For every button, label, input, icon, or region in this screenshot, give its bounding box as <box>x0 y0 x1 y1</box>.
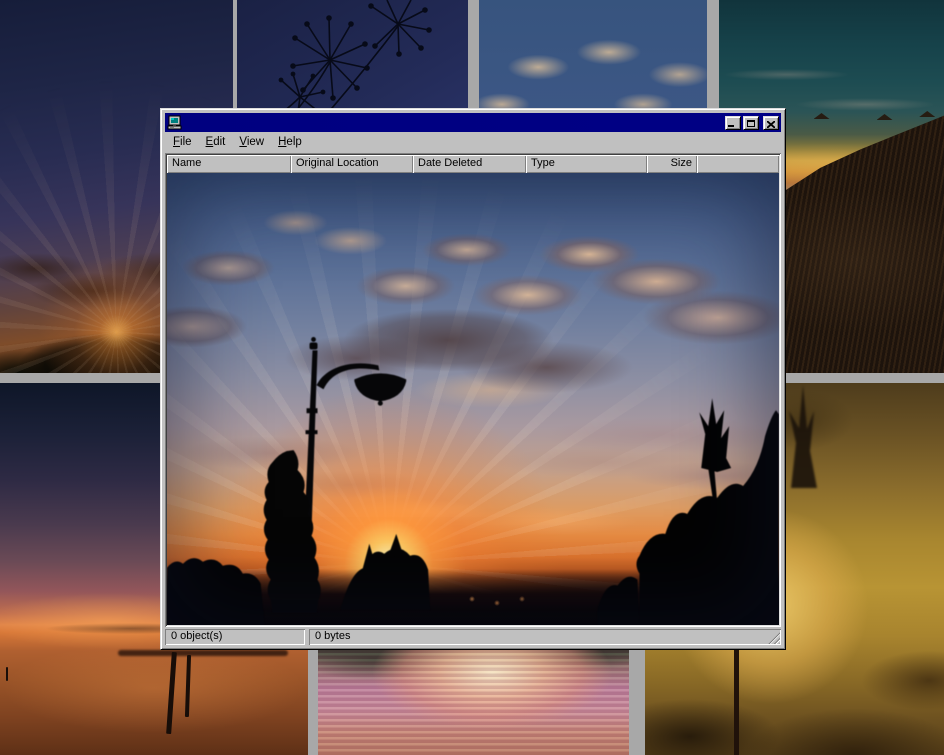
status-objects: 0 object(s) <box>165 629 305 645</box>
status-bar: 0 object(s) 0 bytes <box>165 629 781 645</box>
desktop: { "window": { "title": "", "titlebar": {… <box>0 0 944 755</box>
mountain-peak <box>877 114 893 120</box>
menu-view[interactable]: View <box>232 134 271 150</box>
mountain-peak <box>814 113 830 119</box>
resize-grip[interactable] <box>767 631 780 644</box>
close-button[interactable] <box>763 116 779 130</box>
folder-background-photo[interactable] <box>167 173 779 625</box>
explorer-window: File Edit View Help Name Original Locati… <box>160 108 786 650</box>
column-header-size[interactable]: Size <box>647 155 697 173</box>
minimize-icon <box>728 125 734 127</box>
menu-file[interactable]: File <box>166 134 199 150</box>
column-header-row: Name Original Location Date Deleted Type… <box>167 155 779 173</box>
column-header-name[interactable]: Name <box>167 155 291 173</box>
minimize-button[interactable] <box>725 116 741 130</box>
title-bar[interactable] <box>165 113 781 132</box>
status-size: 0 bytes <box>309 629 781 645</box>
water-pole-silhouette <box>185 655 191 717</box>
shoreline-streak <box>118 650 288 656</box>
menu-help[interactable]: Help <box>271 134 309 150</box>
column-header-original-location[interactable]: Original Location <box>291 155 413 173</box>
column-header-date-deleted[interactable]: Date Deleted <box>413 155 526 173</box>
maximize-button[interactable] <box>743 116 759 130</box>
status-size-text: 0 bytes <box>315 630 350 642</box>
pole-silhouette <box>734 648 739 755</box>
column-header-filler <box>697 155 779 173</box>
maximize-icon <box>747 120 755 127</box>
computer-icon[interactable] <box>167 115 183 130</box>
mountain-peak <box>919 111 935 117</box>
water-pole-silhouette <box>6 667 8 681</box>
list-view: Name Original Location Date Deleted Type… <box>165 153 781 627</box>
wispy-tree-silhouette <box>783 383 828 488</box>
menu-edit[interactable]: Edit <box>199 134 233 150</box>
water-pole-silhouette <box>166 652 177 734</box>
close-icon <box>767 121 775 128</box>
menu-bar: File Edit View Help <box>165 132 781 151</box>
vignette-overlay <box>167 173 779 625</box>
column-header-type[interactable]: Type <box>526 155 647 173</box>
